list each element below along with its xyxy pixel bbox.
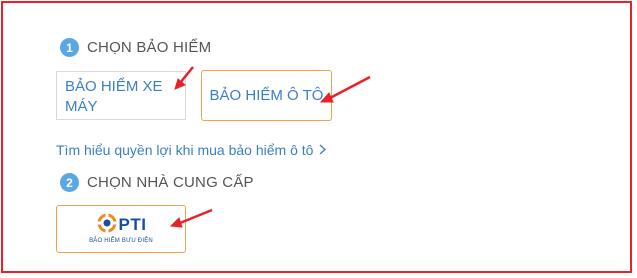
option-car-insurance[interactable]: BẢO HIỂM Ô TÔ — [201, 70, 332, 121]
provider-pti-card[interactable]: PTI BẢO HIỂM BƯU ĐIỆN — [56, 205, 186, 253]
pti-logo-icon — [96, 212, 118, 239]
step-1-heading: 1 CHỌN BẢO HIỂM — [60, 38, 211, 57]
option-motorbike-insurance[interactable]: BẢO HIỂM XE MÁY — [56, 71, 186, 120]
option-car-label: BẢO HIỂM Ô TÔ — [209, 86, 324, 104]
step-1-badge: 1 — [60, 38, 79, 57]
option-motorbike-label: BẢO HIỂM XE MÁY — [65, 78, 163, 115]
pti-subtitle: BẢO HIỂM BƯU ĐIỆN — [89, 238, 153, 244]
pti-logo-text: PTI — [118, 215, 147, 234]
car-insurance-benefits-link[interactable]: Tìm hiểu quyền lợi khi mua bảo hiểm ô tô — [56, 142, 327, 158]
step-1-title: CHỌN BẢO HIỂM — [87, 39, 212, 56]
pti-logo: PTI — [96, 212, 147, 239]
step-2-badge: 2 — [60, 173, 79, 192]
benefits-link-text: Tìm hiểu quyền lợi khi mua bảo hiểm ô tô — [56, 142, 314, 158]
step-2-title: CHỌN NHÀ CUNG CẤP — [87, 174, 254, 191]
step-2-heading: 2 CHỌN NHÀ CUNG CẤP — [60, 173, 254, 192]
chevron-right-icon — [319, 143, 327, 158]
